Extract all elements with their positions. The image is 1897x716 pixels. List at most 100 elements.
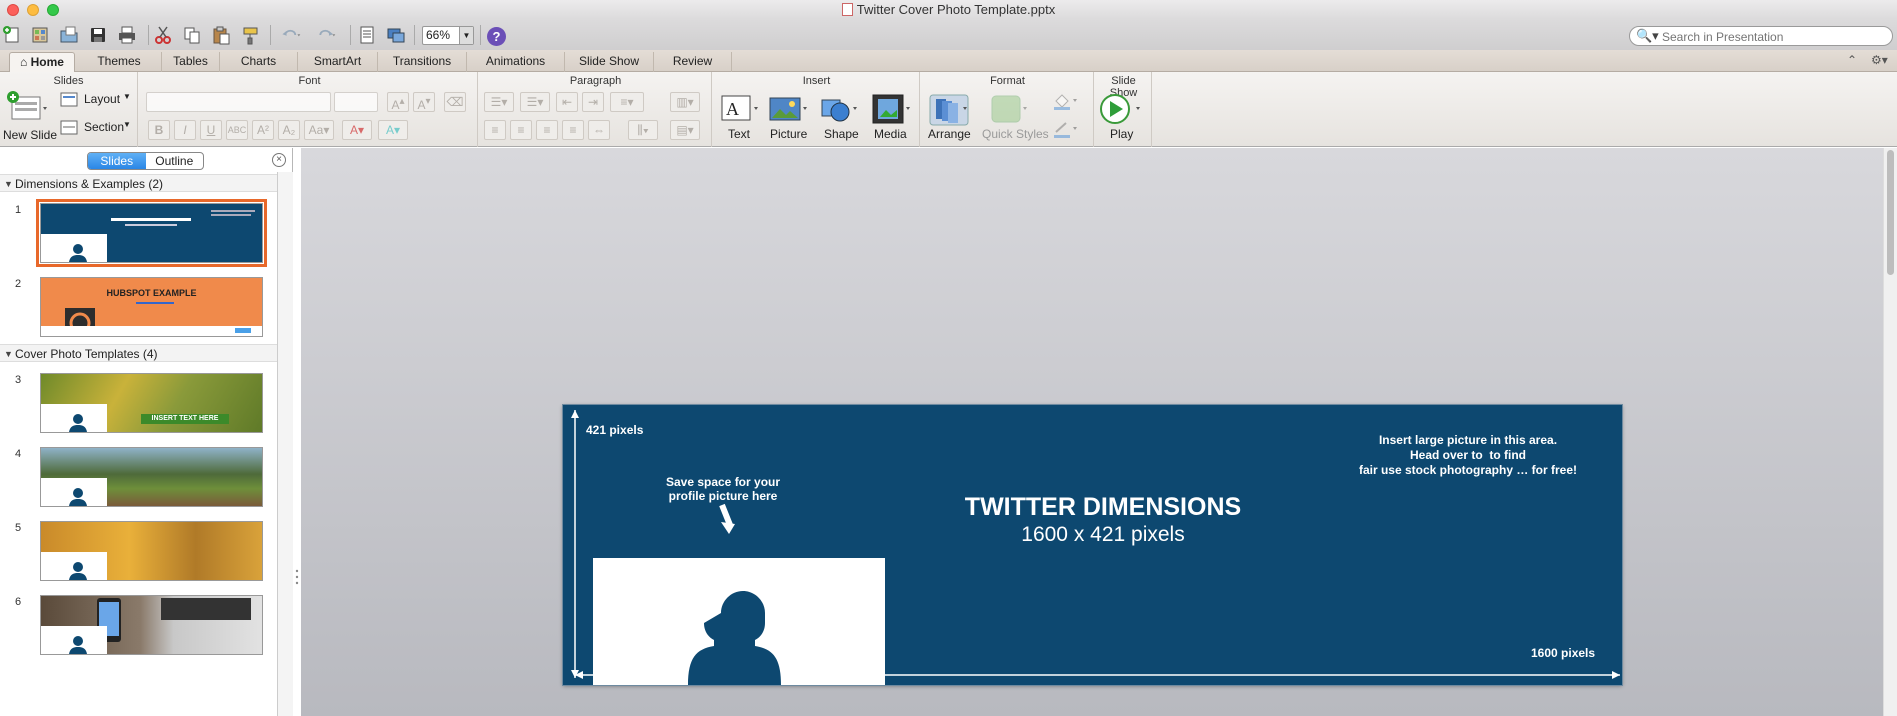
- insert-media-button[interactable]: [871, 92, 911, 129]
- align-center-button[interactable]: ≡: [510, 120, 532, 140]
- text-direction-button[interactable]: ⫼▾: [628, 120, 658, 140]
- ribbon-settings-icon[interactable]: ⚙▾: [1871, 53, 1888, 67]
- media-icon: [872, 94, 910, 124]
- shape-fill-icon[interactable]: [1052, 92, 1080, 113]
- section-header[interactable]: ▼ Cover Photo Templates (4): [0, 344, 277, 362]
- scrollbar-thumb[interactable]: [1887, 150, 1894, 275]
- numbering-button[interactable]: ☰▾: [520, 92, 550, 112]
- profile-picture-area: [593, 558, 885, 685]
- arrange-button[interactable]: [928, 92, 972, 129]
- undo-icon[interactable]: [276, 24, 306, 45]
- grow-font-button[interactable]: A▴: [387, 92, 409, 112]
- play-button[interactable]: [1098, 92, 1142, 129]
- resize-handle-icon[interactable]: [295, 568, 299, 590]
- paste-icon[interactable]: [210, 24, 232, 45]
- slides-view-toggle[interactable]: Slides: [88, 153, 146, 169]
- slide-layout-icon[interactable]: [356, 24, 378, 45]
- slide-thumbnail-3[interactable]: INSERT TEXT HERE: [40, 373, 263, 433]
- print-icon[interactable]: [116, 24, 138, 45]
- media-browser-icon[interactable]: [385, 24, 407, 45]
- tab-transitions[interactable]: Transitions: [378, 52, 467, 72]
- align-text-button[interactable]: ▤▾: [670, 120, 700, 140]
- insert-picture-button[interactable]: [768, 92, 808, 129]
- insert-text-button[interactable]: A: [720, 92, 760, 129]
- insert-shape-button[interactable]: [818, 92, 858, 129]
- copy-icon[interactable]: [181, 24, 203, 45]
- play-icon: [1100, 94, 1140, 124]
- new-slide-button[interactable]: [6, 90, 48, 127]
- sidebar-scrollbar[interactable]: [277, 172, 293, 716]
- superscript-button[interactable]: A²: [252, 120, 274, 140]
- slide[interactable]: 421 pixels 1600 pixels Save space for yo…: [563, 405, 1622, 685]
- outline-view-toggle[interactable]: Outline: [146, 153, 204, 169]
- section-header[interactable]: ▼ Dimensions & Examples (2): [0, 174, 277, 192]
- font-color-button[interactable]: A▾: [342, 120, 372, 140]
- slide-thumbnail-2[interactable]: HUBSPOT EXAMPLE: [40, 277, 263, 337]
- title-bar: Twitter Cover Photo Template.pptx: [0, 0, 1897, 19]
- standard-toolbar: 66% ▼ ? 🔍▾: [0, 19, 1897, 50]
- disclosure-triangle-icon[interactable]: ▼: [4, 345, 13, 363]
- section-button[interactable]: Section ▼: [60, 120, 131, 138]
- redo-icon[interactable]: [311, 24, 341, 45]
- font-name-select[interactable]: [146, 92, 331, 112]
- cut-icon[interactable]: [152, 24, 174, 45]
- minimize-window-button[interactable]: [27, 4, 39, 16]
- distributed-button[interactable]: ⇔: [588, 120, 610, 140]
- tab-slide-show[interactable]: Slide Show: [565, 52, 654, 72]
- bold-button[interactable]: B: [148, 120, 170, 140]
- increase-indent-button[interactable]: ⇥: [582, 92, 604, 112]
- align-left-button[interactable]: ≡: [484, 120, 506, 140]
- strikethrough-button[interactable]: ABC: [226, 120, 248, 140]
- slide-thumbnail-5[interactable]: [40, 521, 263, 581]
- tab-themes[interactable]: Themes: [77, 52, 162, 72]
- tab-smartart[interactable]: SmartArt: [298, 52, 378, 72]
- layout-button[interactable]: Layout ▼: [60, 92, 131, 110]
- format-painter-icon[interactable]: [239, 24, 261, 45]
- slide-thumbnail-1[interactable]: [36, 199, 267, 267]
- tab-home[interactable]: ⌂ Home: [9, 52, 75, 72]
- save-icon[interactable]: [87, 24, 109, 45]
- italic-button[interactable]: I: [174, 120, 196, 140]
- tab-animations[interactable]: Animations: [467, 52, 565, 72]
- justify-button[interactable]: ≡: [562, 120, 584, 140]
- search-icon[interactable]: 🔍▾: [1636, 28, 1659, 44]
- zoom-select[interactable]: 66% ▼: [422, 26, 474, 45]
- slide-thumbnail-6[interactable]: [40, 595, 263, 655]
- line-spacing-button[interactable]: ≡▾: [610, 92, 644, 112]
- collapse-ribbon-icon[interactable]: ⌃: [1847, 53, 1857, 67]
- height-label: 421 pixels: [586, 423, 644, 437]
- align-right-button[interactable]: ≡: [536, 120, 558, 140]
- shrink-font-button[interactable]: A▾: [413, 92, 435, 112]
- search-box[interactable]: 🔍▾: [1629, 26, 1893, 46]
- quick-styles-button[interactable]: [988, 92, 1028, 129]
- tab-charts[interactable]: Charts: [220, 52, 298, 72]
- slide-subtitle: 1600 x 421 pixels: [1021, 523, 1185, 546]
- slide-thumbnail-4[interactable]: [40, 447, 263, 507]
- disclosure-triangle-icon[interactable]: ▼: [4, 175, 13, 193]
- picture-icon: [769, 97, 807, 121]
- change-case-button[interactable]: Aa▾: [304, 120, 334, 140]
- search-input[interactable]: [1662, 29, 1887, 44]
- columns-button[interactable]: ▥▾: [670, 92, 700, 112]
- font-size-select[interactable]: [334, 92, 378, 112]
- subscript-button[interactable]: A₂: [278, 120, 300, 140]
- underline-button[interactable]: U: [200, 120, 222, 140]
- text-effects-button[interactable]: A▾: [378, 120, 408, 140]
- arrange-icon: [929, 94, 969, 126]
- tab-review[interactable]: Review: [654, 52, 732, 72]
- close-window-button[interactable]: [7, 4, 19, 16]
- clear-formatting-button[interactable]: ⌫: [444, 92, 466, 112]
- tab-tables[interactable]: Tables: [162, 52, 220, 72]
- vertical-scrollbar[interactable]: [1883, 148, 1897, 716]
- new-presentation-icon[interactable]: [1, 24, 23, 45]
- decrease-indent-button[interactable]: ⇤: [556, 92, 578, 112]
- close-icon[interactable]: ×: [272, 153, 286, 167]
- bullets-button[interactable]: ☰▾: [484, 92, 514, 112]
- zoom-window-button[interactable]: [47, 4, 59, 16]
- profile-silhouette-icon: [688, 591, 781, 685]
- shape-line-icon[interactable]: [1052, 120, 1080, 141]
- shape-icon: [821, 99, 857, 122]
- templates-icon[interactable]: [29, 24, 51, 45]
- help-button[interactable]: ?: [487, 27, 506, 46]
- open-icon[interactable]: [58, 24, 80, 45]
